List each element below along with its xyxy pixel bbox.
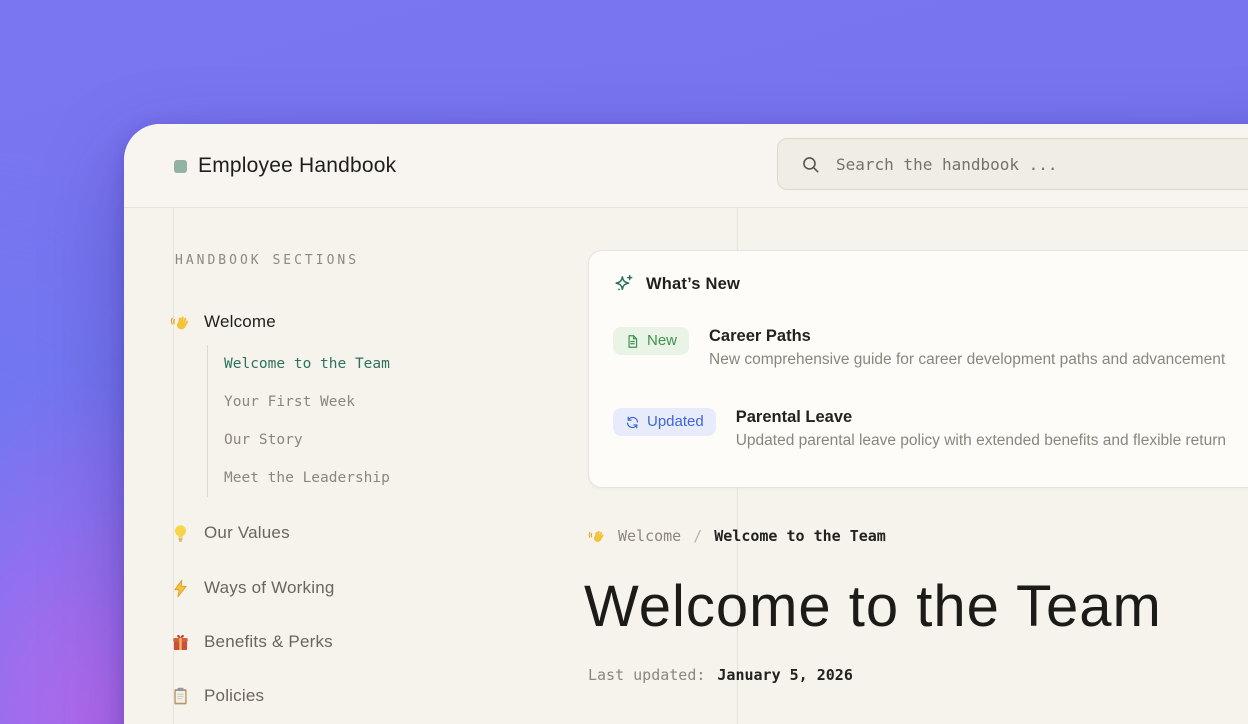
sparkle-icon (613, 273, 635, 295)
gift-icon (170, 632, 191, 653)
updated-badge: Updated (613, 408, 716, 436)
bolt-icon (170, 578, 191, 599)
document-icon (625, 334, 640, 349)
app-header: Employee Handbook (124, 124, 1248, 208)
whats-new-title: What’s New (646, 275, 740, 294)
page-title: Welcome to the Team (584, 576, 1162, 638)
news-item-description: Updated parental leave policy with exten… (736, 432, 1226, 450)
breadcrumb-separator: / (693, 527, 702, 545)
sidebar-item-benefits-perks[interactable]: Benefits & Perks (170, 628, 333, 656)
desktop-background: { "app": { "title": "Employee Handbook",… (0, 0, 1248, 724)
last-updated: Last updated: January 5, 2026 (588, 666, 853, 684)
square-logo-icon (174, 160, 187, 173)
handbook-window: Employee Handbook HANDBOOK SECTIONS Welc… (124, 124, 1248, 724)
news-item-career-paths[interactable]: New Career Paths New comprehensive guide… (613, 327, 1248, 369)
last-updated-value: January 5, 2026 (717, 666, 852, 684)
breadcrumb-current: Welcome to the Team (714, 527, 886, 545)
app-brand: Employee Handbook (174, 124, 396, 208)
sidebar-subnav-welcome: Welcome to the Team Your First Week Our … (207, 345, 467, 497)
sidebar-item-label: Welcome (204, 312, 276, 332)
sidebar-heading: HANDBOOK SECTIONS (175, 253, 359, 268)
wave-icon (588, 527, 606, 545)
news-item-description: New comprehensive guide for career devel… (709, 351, 1225, 369)
breadcrumb: Welcome / Welcome to the Team (588, 526, 886, 546)
sidebar-item-our-values[interactable]: Our Values (170, 519, 290, 547)
clipboard-icon (170, 686, 191, 707)
news-item-title: Career Paths (709, 327, 1225, 346)
app-title: Employee Handbook (198, 154, 396, 178)
news-item-title: Parental Leave (736, 408, 1226, 427)
bulb-icon (170, 523, 191, 544)
whats-new-card: What’s New New Career Paths New comprehe… (588, 250, 1248, 488)
sidebar-item-ways-of-working[interactable]: Ways of Working (170, 574, 335, 602)
sidebar-item-welcome[interactable]: Welcome (170, 308, 276, 336)
breadcrumb-section[interactable]: Welcome (618, 527, 681, 545)
news-item-parental-leave[interactable]: Updated Parental Leave Updated parental … (613, 408, 1248, 450)
sidebar-item-label: Our Values (204, 523, 290, 543)
search-input[interactable] (836, 155, 1248, 174)
badge-label: Updated (647, 413, 704, 431)
news-item-text: Parental Leave Updated parental leave po… (736, 408, 1226, 450)
subnav-item-meet-the-leadership[interactable]: Meet the Leadership (224, 459, 467, 497)
wave-icon (170, 312, 191, 333)
refresh-icon (625, 415, 640, 430)
subnav-item-welcome-to-the-team[interactable]: Welcome to the Team (224, 345, 467, 383)
sidebar-item-label: Policies (204, 686, 264, 706)
new-badge: New (613, 327, 689, 355)
badge-label: New (647, 332, 677, 350)
subnav-item-our-story[interactable]: Our Story (224, 421, 467, 459)
search-icon (800, 154, 821, 175)
last-updated-label: Last updated: (588, 666, 705, 684)
news-item-text: Career Paths New comprehensive guide for… (709, 327, 1225, 369)
subnav-item-your-first-week[interactable]: Your First Week (224, 383, 467, 421)
whats-new-header: What’s New (613, 273, 740, 295)
sidebar-item-label: Ways of Working (204, 578, 335, 598)
sidebar-item-policies[interactable]: Policies (170, 682, 264, 710)
search-box[interactable] (777, 138, 1248, 190)
sidebar-item-label: Benefits & Perks (204, 632, 333, 652)
